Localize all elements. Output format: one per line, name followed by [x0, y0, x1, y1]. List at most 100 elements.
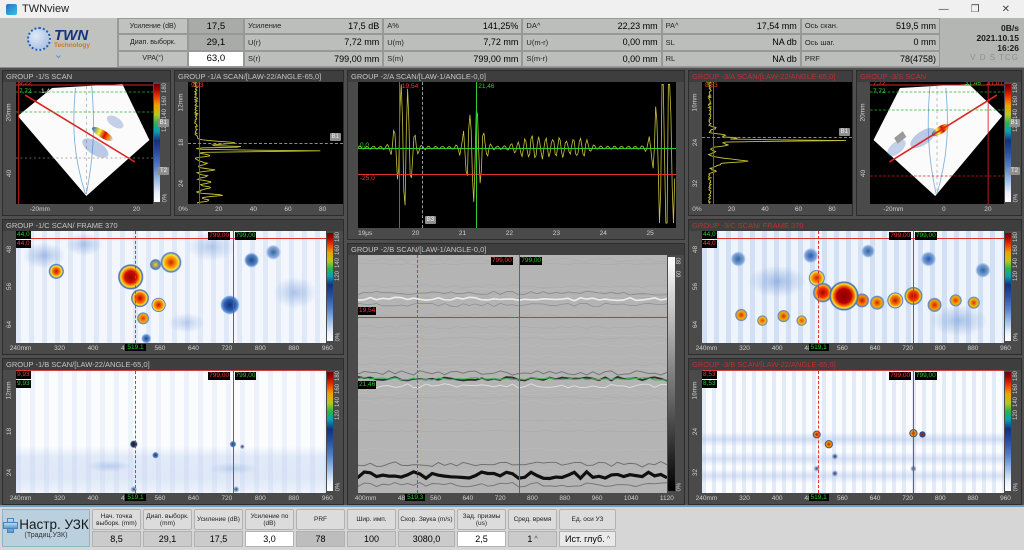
y-axis-ticks: 20mm40 [3, 82, 16, 204]
panel-title: GROUP -1/C SCAN/ FRAME 370 [3, 220, 343, 231]
gate-chip-b1[interactable]: B1 [1009, 119, 1020, 127]
cursor-vline-dashed[interactable] [135, 371, 136, 493]
param-start-point-value[interactable]: 8,5 [92, 531, 141, 547]
reference-vline [422, 82, 423, 228]
cursor-vline-solid[interactable] [519, 255, 520, 493]
gate-vline-red[interactable] [399, 82, 400, 228]
s-scan-plot[interactable]: 9,22 7,72 1,46 [16, 82, 153, 204]
spinner-icon[interactable]: ^ [534, 536, 537, 543]
ref-value-green: 799,00 [235, 372, 257, 380]
gate-line-red[interactable] [713, 82, 714, 204]
ref-value-red: 799,00 [889, 372, 911, 380]
x-axis-ticks: -20mm020 [857, 206, 1021, 213]
x-cursor-value: 519,3 [405, 494, 425, 501]
gate-chip-t2[interactable]: T2 [158, 167, 169, 175]
b-scan-plot[interactable]: 19,54 21,46 799,00 799,00 [358, 255, 667, 493]
cursor-hline-red[interactable] [16, 238, 326, 239]
cursor-vline-dashed[interactable] [135, 231, 136, 343]
panel-group3-a-scan[interactable]: GROUP -3/A SCAN/[LAW-22/ANGLE-65,0] 16mm… [688, 70, 853, 216]
param-range-value[interactable]: 29,1 [143, 531, 192, 547]
cell-rl: RLNA db [662, 51, 801, 67]
panel-group1-b-scan[interactable]: GROUP -1/B SCAN/[LAW-22/ANGLE-65,0] 12mm… [2, 358, 344, 505]
cell-umr: U(m-r)0,00 mm [522, 34, 661, 50]
cursor-value-green: 8,53 [702, 380, 717, 388]
panel-group1-c-scan[interactable]: GROUP -1/C SCAN/ FRAME 370 485664 44,0 4… [2, 219, 344, 355]
x-axis-ticks: 240mm320400480560640720800880960 [689, 495, 1021, 502]
measurement-grid: Усиление17,5 dB A%141,25% DA^22,23 mm PA… [244, 18, 940, 67]
panel-group3-c-scan[interactable]: GROUP -3/C SCAN/ FRAME 370 485664 44,0 4… [688, 219, 1022, 355]
ref-value-red: 799,00 [889, 232, 911, 240]
cursor-vline-dashed[interactable] [818, 231, 819, 343]
cursor-vline-dashed[interactable] [417, 255, 418, 493]
x-axis-ticks: 240mm320400480560640720800880960 [3, 345, 343, 352]
cell-prf: PRF78(4758) [801, 51, 940, 67]
panel-group1-a-scan[interactable]: GROUP -1/A SCAN/[LAW-22/ANGLE-65,0] 12mm… [174, 70, 344, 216]
gate-vline-green[interactable] [476, 82, 477, 228]
ut-settings-button[interactable]: Настр. УЗК (Традиц.УЗК) [2, 509, 90, 547]
dropdown-arrow-icon[interactable]: ^ [607, 536, 610, 543]
cursor-vline-solid[interactable] [913, 231, 914, 343]
minimize-button[interactable]: — [939, 4, 949, 15]
param-averaging-value[interactable]: 1^ [508, 531, 557, 547]
chevron-down-icon[interactable]: ⌄ [54, 52, 63, 59]
close-button[interactable]: ✕ [1002, 4, 1010, 15]
gate-chip-b1[interactable]: B1 [158, 119, 169, 127]
a-scan-plot[interactable]: 9,93 B1 [188, 82, 343, 204]
gate-hline-red[interactable] [358, 317, 667, 318]
cursor-vline-dashed[interactable] [818, 371, 819, 493]
s-scan-plot[interactable]: 7,72 7,72 31,46 31,01 [870, 82, 1004, 204]
gate-value-red: 19,54 [401, 83, 419, 91]
x-axis-ticks: 19μs202122232425 [348, 230, 684, 237]
gate-chip-b1[interactable]: B1 [839, 128, 850, 136]
x-axis-ticks: 0%20406080 [175, 206, 343, 213]
cell-step-axis: Ось шаг.0 mm [801, 34, 940, 50]
cell-sr: S(r)799,00 mm [244, 51, 383, 67]
cell-apercent: A%141,25% [383, 18, 522, 34]
panel-group1-s-scan[interactable]: GROUP -1/S SCAN 20mm40 [2, 70, 171, 216]
status-flags: V D S TCG [970, 53, 1019, 63]
x-axis-ticks: 0%20406080 [689, 206, 852, 213]
c-scan-plot[interactable]: 44,0 44,0 799,00 799,00 [16, 231, 326, 343]
range-value[interactable]: 29,1 [188, 34, 244, 50]
cursor-value-red: 9,93 [16, 371, 31, 379]
cursor-vline-solid[interactable] [913, 371, 914, 493]
param-gain-by-input[interactable]: 3,0 [245, 531, 294, 547]
param-gain-value[interactable]: 17,5 [194, 531, 243, 547]
vpa-value[interactable]: 63,0 [188, 51, 244, 67]
param-averaging: Сред. время1^ [508, 509, 557, 547]
cursor-hline-red[interactable] [702, 238, 1004, 239]
cursor-value-red: 44,0 [702, 240, 717, 248]
gate-chip-b1[interactable]: B1 [330, 133, 341, 141]
y-axis-ticks: 16mm2432 [689, 82, 702, 204]
param-sound-velocity-value[interactable]: 3080,0 [398, 531, 455, 547]
maximize-button[interactable]: ❐ [971, 4, 980, 15]
panel-group2-a-scan[interactable]: GROUP -2/A SCAN/[LAW-1/ANGLE-0,0] 19,54 … [347, 70, 685, 240]
param-prf-value[interactable]: 78 [296, 531, 345, 547]
twn-logo[interactable]: TWN Technology ⌄ [0, 18, 118, 67]
s-scan-image [16, 82, 153, 204]
a-scan-plot[interactable]: 19,54 21,46 0,0 -25,0 B3 [358, 82, 676, 228]
c-scan-plot[interactable]: 44,0 44,0 799,00 799,00 [702, 231, 1004, 343]
b-scan-plot[interactable]: 8,53 8,53 799,00 799,00 [702, 370, 1004, 493]
b-scan-plot[interactable]: 9,93 9,93 799,00 799,00 [16, 370, 326, 493]
x-cursor-value: 519,1 [125, 494, 145, 501]
cursor-vline-solid[interactable] [233, 371, 234, 493]
s-scan-image [870, 82, 1004, 204]
gain-value[interactable]: 17,5 [188, 18, 244, 34]
cell-um: U(m)7,72 mm [383, 34, 522, 50]
x-axis-ticks: 240mm320400480560640720800880960 [3, 495, 343, 502]
param-pulse-width-value[interactable]: 100 [347, 531, 396, 547]
gate-chip-b3[interactable]: B3 [425, 216, 436, 224]
gate-value-green: 21,46 [477, 83, 495, 91]
gate-chip-t2[interactable]: T2 [1009, 167, 1020, 175]
param-ut-axis-units-dropdown[interactable]: Ист. глуб.^ [559, 531, 616, 547]
x-axis-ticks: 240mm320400480560640720800880960 [689, 345, 1021, 352]
panel-group3-s-scan[interactable]: GROUP -3/S SCAN 20mm40 [856, 70, 1022, 216]
panel-group2-b-scan[interactable]: GROUP -2/B SCAN/[LAW-1/ANGLE-0,0] 19,54 … [347, 243, 685, 505]
param-wedge-delay-input[interactable]: 2,5 [457, 531, 506, 547]
gain-range-vpa-block: Усиление (dB)17,5 Диап. выборк.29,1 VPA(… [118, 18, 244, 67]
a-scan-plot[interactable]: 8,53 B1 [702, 82, 852, 204]
panel-group3-b-scan[interactable]: GROUP -3/B SCAN/[LAW-22/ANGLE-65,0] 16mm… [688, 358, 1022, 505]
threshold-line-red[interactable] [358, 174, 676, 175]
cursor-vline-solid[interactable] [233, 231, 234, 343]
